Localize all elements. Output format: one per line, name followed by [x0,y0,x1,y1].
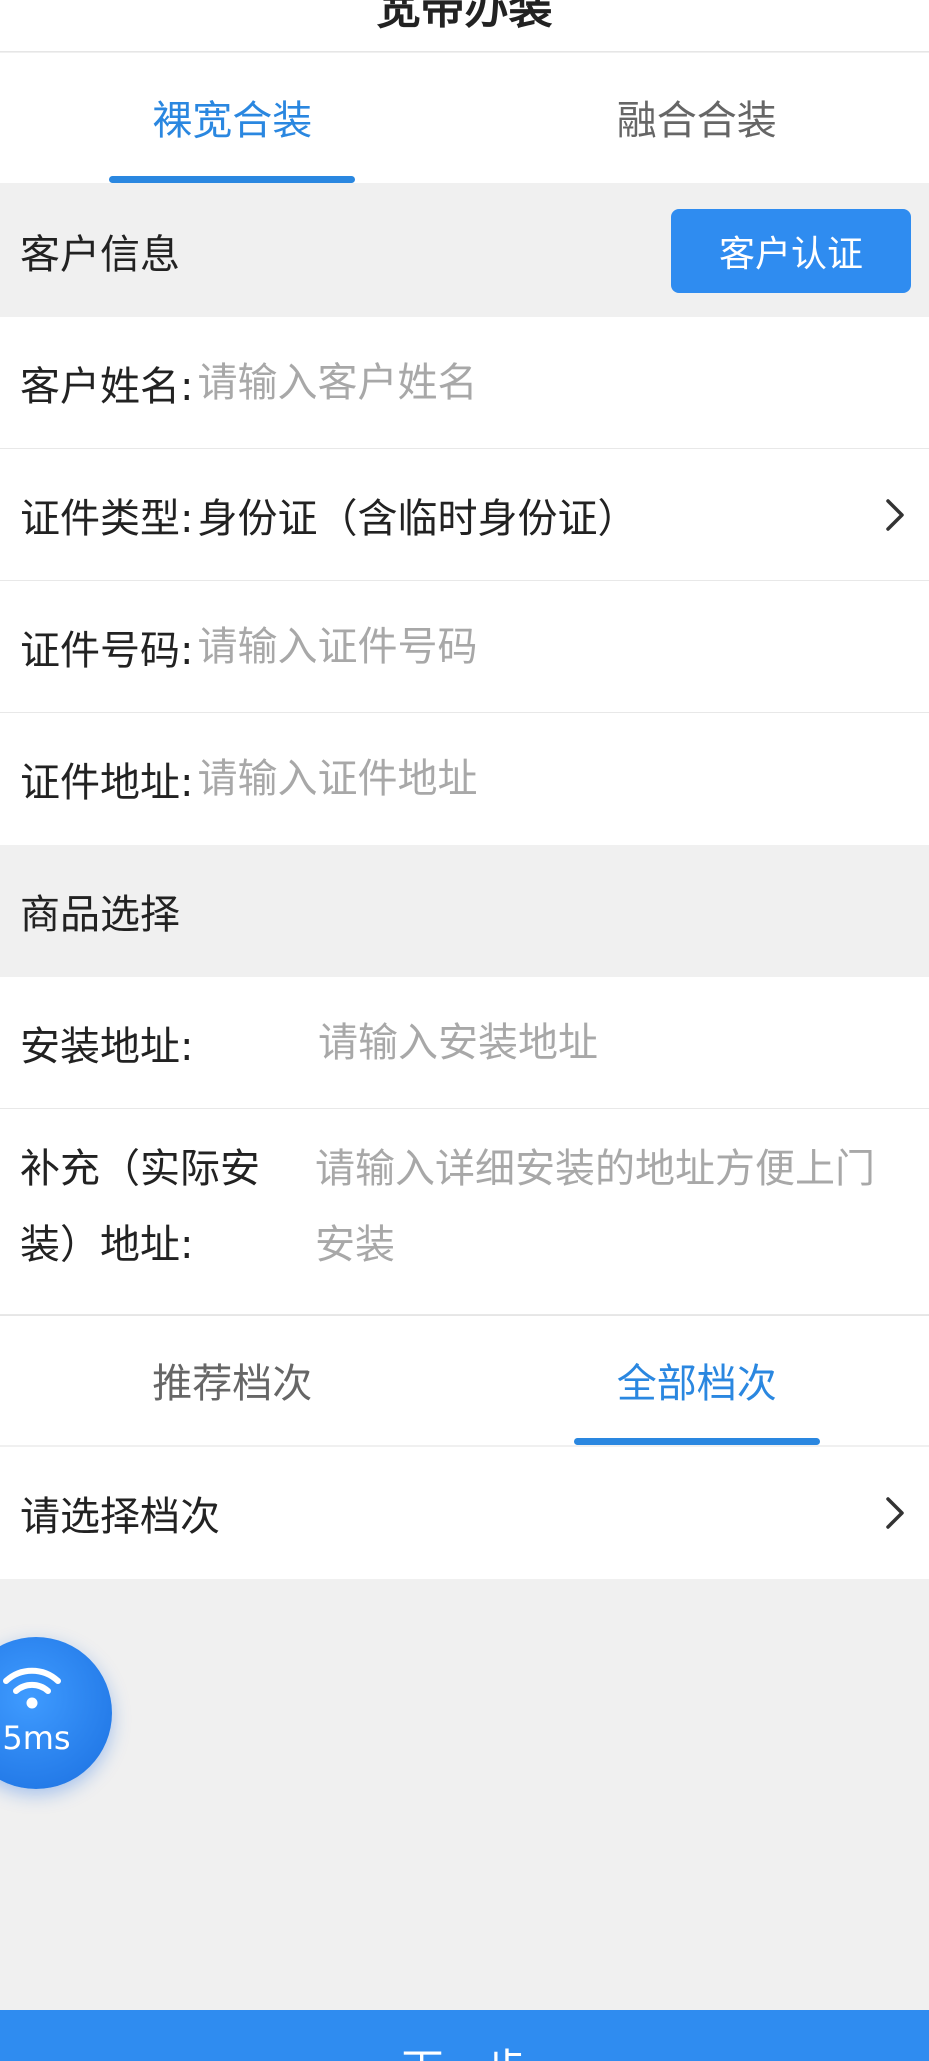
install-address-input[interactable] [318,1019,909,1066]
id-number-row: 证件号码: [0,581,929,713]
latency-text: 25ms [0,1719,71,1757]
id-type-label: 证件类型: [20,495,194,542]
id-number-input[interactable] [197,623,909,670]
tab-all-tiers[interactable]: 全部档次 [465,1316,929,1445]
tier-select-row[interactable]: 请选择档次 [0,1447,929,1579]
network-latency-badge[interactable]: 25ms [0,1637,112,1789]
tab-bare-broadband[interactable]: 裸宽合装 [0,53,465,183]
customer-verify-button[interactable]: 客户认证 [671,209,911,293]
tab-fusion-install[interactable]: 融合合装 [465,53,929,183]
tab-recommended-tier[interactable]: 推荐档次 [0,1316,465,1445]
page-title: 宽带办装 [376,0,553,34]
tier-tabs: 推荐档次 全部档次 [0,1315,929,1445]
install-address-label: 安装地址: [20,1023,194,1070]
customer-info-header: 客户信息 客户认证 [0,185,929,317]
customer-name-input[interactable] [197,359,909,406]
extra-address-label: 补充（实际安装）地址: [20,1146,260,1268]
customer-info-title: 客户信息 [20,232,180,278]
extra-address-input[interactable] [315,1131,909,1281]
broadband-install-page: 宽带办装 裸宽合装 融合合装 客户信息 客户认证 客户姓名: 证件类型: 身份证… [0,0,929,2061]
customer-name-row: 客户姓名: [0,317,929,449]
chevron-right-icon [886,1497,904,1529]
extra-address-row: 补充（实际安装）地址: [0,1109,929,1315]
install-address-row: 安装地址: [0,977,929,1109]
id-type-value: 身份证（含临时身份证） [197,495,638,542]
next-step-button[interactable]: 下一步 [0,2010,929,2061]
title-bar: 宽带办装 [0,0,929,52]
product-select-header: 商品选择 [0,845,929,977]
install-type-tabs: 裸宽合装 融合合装 [0,53,929,183]
chevron-right-icon [886,498,904,531]
tier-select-label: 请选择档次 [20,1494,220,1540]
product-select-title: 商品选择 [20,892,180,938]
id-address-input[interactable] [197,756,909,802]
wifi-icon [3,1667,61,1709]
id-address-row: 证件地址: [0,713,929,845]
id-address-label: 证件地址: [20,760,194,806]
customer-name-label: 客户姓名: [20,363,194,410]
id-number-label: 证件号码: [20,627,194,674]
id-type-row[interactable]: 证件类型: 身份证（含临时身份证） [0,449,929,581]
